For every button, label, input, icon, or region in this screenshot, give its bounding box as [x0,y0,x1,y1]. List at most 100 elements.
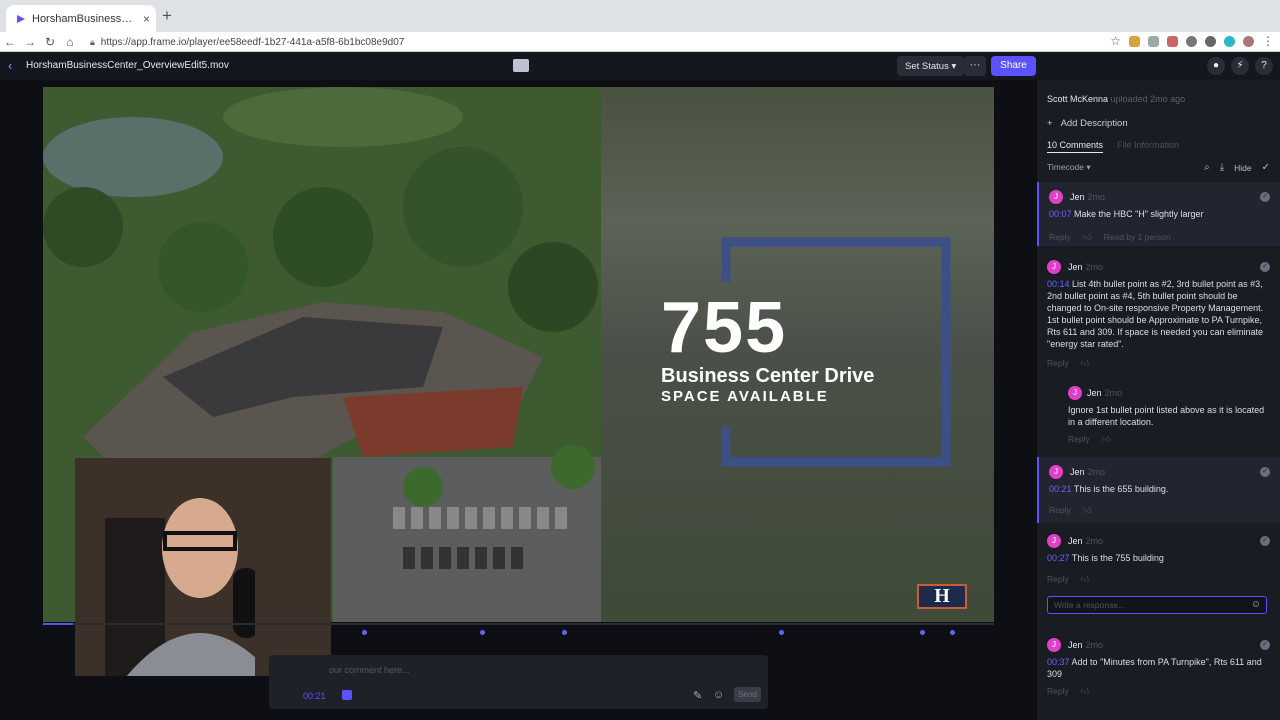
resolve-check-icon[interactable]: ✓ [1260,640,1270,650]
comment-composer[interactable]: our comment here... 00:21 ✎ ☺ Send [269,655,768,709]
send-button[interactable]: Send [734,687,761,702]
avatar: J [1047,638,1061,652]
comment-text: 00:37 Add to "Minutes from PA Turnpike",… [1047,657,1262,679]
emoji-icon[interactable]: ☺ [1251,599,1261,610]
reply-link[interactable]: Reply [1049,232,1071,243]
presenter-image [105,478,255,676]
avatar: J [1047,534,1061,548]
webcam-overlay [75,458,331,676]
timecode-toggle[interactable]: 00:21 [303,691,326,701]
tab-file-information[interactable]: File Information [1117,140,1179,153]
comment-author: Jen 2mo [1068,640,1104,650]
extension-icon[interactable] [1205,35,1216,47]
reply-input[interactable]: Write a response... ☺ [1047,596,1267,614]
street-name: Business Center Drive [661,365,875,387]
resolve-check-icon[interactable]: ✓ [1260,467,1270,477]
avatar: J [1049,190,1063,204]
comment-item[interactable]: J Jen 2mo ✓ 00:21 This is the 655 buildin… [1037,457,1280,523]
emoji-icon[interactable]: ☺ [713,689,724,701]
plus-icon: + [1047,118,1053,129]
home-icon[interactable]: ⌂ [60,35,80,49]
lightning-icon[interactable]: ⚡︎ [1231,57,1249,75]
address-bar[interactable]: 🔒︎ https://app.frame.io/player/ee58eedf-… [90,34,1120,50]
like-icon[interactable]: 👍︎ [1081,686,1090,697]
browser-tab[interactable]: HorshamBusinessCenter_Over × [6,5,156,32]
like-icon[interactable]: 👍︎ [1081,358,1090,369]
comment-item[interactable]: J Jen 2mo ✓ 00:37 Add to "Minutes from PA… [1037,630,1280,710]
forward-arrow-icon[interactable]: → [20,35,40,49]
avatar: J [1068,386,1082,400]
reply-link[interactable]: Reply [1047,574,1069,585]
tab-close-icon[interactable]: × [143,12,150,26]
hide-button[interactable]: Hide [1234,163,1251,173]
comment-marker[interactable] [950,630,955,635]
comment-author: Jen 2mo [1070,467,1106,477]
resolve-check-icon[interactable]: ✓ [1260,192,1270,202]
comment-actions: Reply 👍︎ [1047,686,1090,697]
comment-marker[interactable] [779,630,784,635]
add-description-button[interactable]: + Add Description [1047,118,1128,129]
uploader-name: Scott McKenna [1047,94,1109,104]
comment-item[interactable]: J Jen 2mo ✓ 00:14 List 4th bullet point a… [1037,252,1280,372]
comment-author: Jen 2mo [1068,536,1104,546]
like-icon[interactable]: 👍︎ [1083,232,1092,243]
back-chevron-icon[interactable]: ‹ [8,58,12,73]
comment-marker[interactable] [920,630,925,635]
user-icon[interactable]: ● [1207,57,1225,75]
compare-view-icon[interactable] [513,59,529,72]
timeline-scrubber[interactable] [43,623,994,625]
comment-input[interactable]: our comment here... [329,665,410,675]
download-icon[interactable]: ⤓ [1220,162,1224,173]
extension-icon[interactable] [1167,35,1178,47]
reply-link[interactable]: Reply [1047,358,1069,369]
comment-author: Jen 2mo [1070,192,1106,202]
comment-item[interactable]: J Jen 2mo ✓ 00:07 Make the HBC "H" slight… [1037,182,1280,246]
help-icon[interactable]: ? [1255,57,1273,75]
lock-icon: 🔒︎ [90,36,95,47]
new-tab-button[interactable]: + [162,6,172,26]
comment-marker[interactable] [562,630,567,635]
comment-actions: Reply 👍︎ Read by 1 person [1049,232,1171,243]
reply-item[interactable]: J Jen 2mo Ignore 1st bullet point listed … [1037,378,1280,448]
check-circle-icon[interactable]: ✓ [1262,162,1270,173]
reply-link[interactable]: Reply [1049,505,1071,516]
more-options-button[interactable]: ··· [964,56,986,76]
chrome-menu-icon[interactable]: ⋮ [1262,34,1274,48]
building-number: 755 [661,288,788,368]
extension-icon[interactable] [1148,35,1159,47]
search-icon[interactable]: ⌕ [1204,162,1210,173]
comment-actions: Reply 👍︎ [1047,358,1090,369]
like-icon[interactable]: 👍︎ [1102,434,1111,445]
comment-marker[interactable] [480,630,485,635]
like-icon[interactable]: 👍︎ [1081,574,1090,585]
resolve-check-icon[interactable]: ✓ [1260,262,1270,272]
reload-icon[interactable]: ↻ [40,35,60,49]
read-receipt: Read by 1 person [1103,232,1171,242]
extension-icon[interactable] [1186,35,1197,47]
back-arrow-icon[interactable]: ← [0,35,20,49]
panel-tabs: 10 Comments File Information [1047,140,1179,153]
sort-dropdown[interactable]: Timecode ▾ [1047,162,1091,173]
reply-link[interactable]: Reply [1047,686,1069,697]
like-icon[interactable]: 👍︎ [1083,505,1092,516]
extensions-bar: ☆ ⋮ [1110,34,1274,48]
draw-icon[interactable]: ✎ [693,689,702,702]
comment-marker[interactable] [362,630,367,635]
bookmark-star-icon[interactable]: ☆ [1110,34,1121,48]
reply-link[interactable]: Reply [1068,434,1090,445]
extension-icon[interactable] [1224,35,1235,47]
hbc-logo: H [917,584,967,609]
extension-icon[interactable] [1129,35,1140,47]
comment-actions: Reply 👍︎ [1047,574,1090,585]
title-card: 755 Business Center Drive SPACE AVAILABL… [601,87,994,622]
tab-comments[interactable]: 10 Comments [1047,140,1104,153]
share-button[interactable]: Share [991,56,1036,76]
set-status-button[interactable]: Set Status ▾ [897,56,965,76]
resolve-check-icon[interactable]: ✓ [1260,536,1270,546]
comments-panel: Scott McKenna uploaded 2mo ago + Add Des… [1037,80,1280,720]
profile-avatar-icon[interactable] [1243,35,1254,47]
add-description-label: Add Description [1060,118,1128,129]
comment-item[interactable]: J Jen 2mo ✓ 00:27 This is the 755 buildin… [1037,526,1280,592]
timecode-checkbox[interactable] [342,690,352,700]
comment-text: 00:27 This is the 755 building [1047,553,1164,563]
